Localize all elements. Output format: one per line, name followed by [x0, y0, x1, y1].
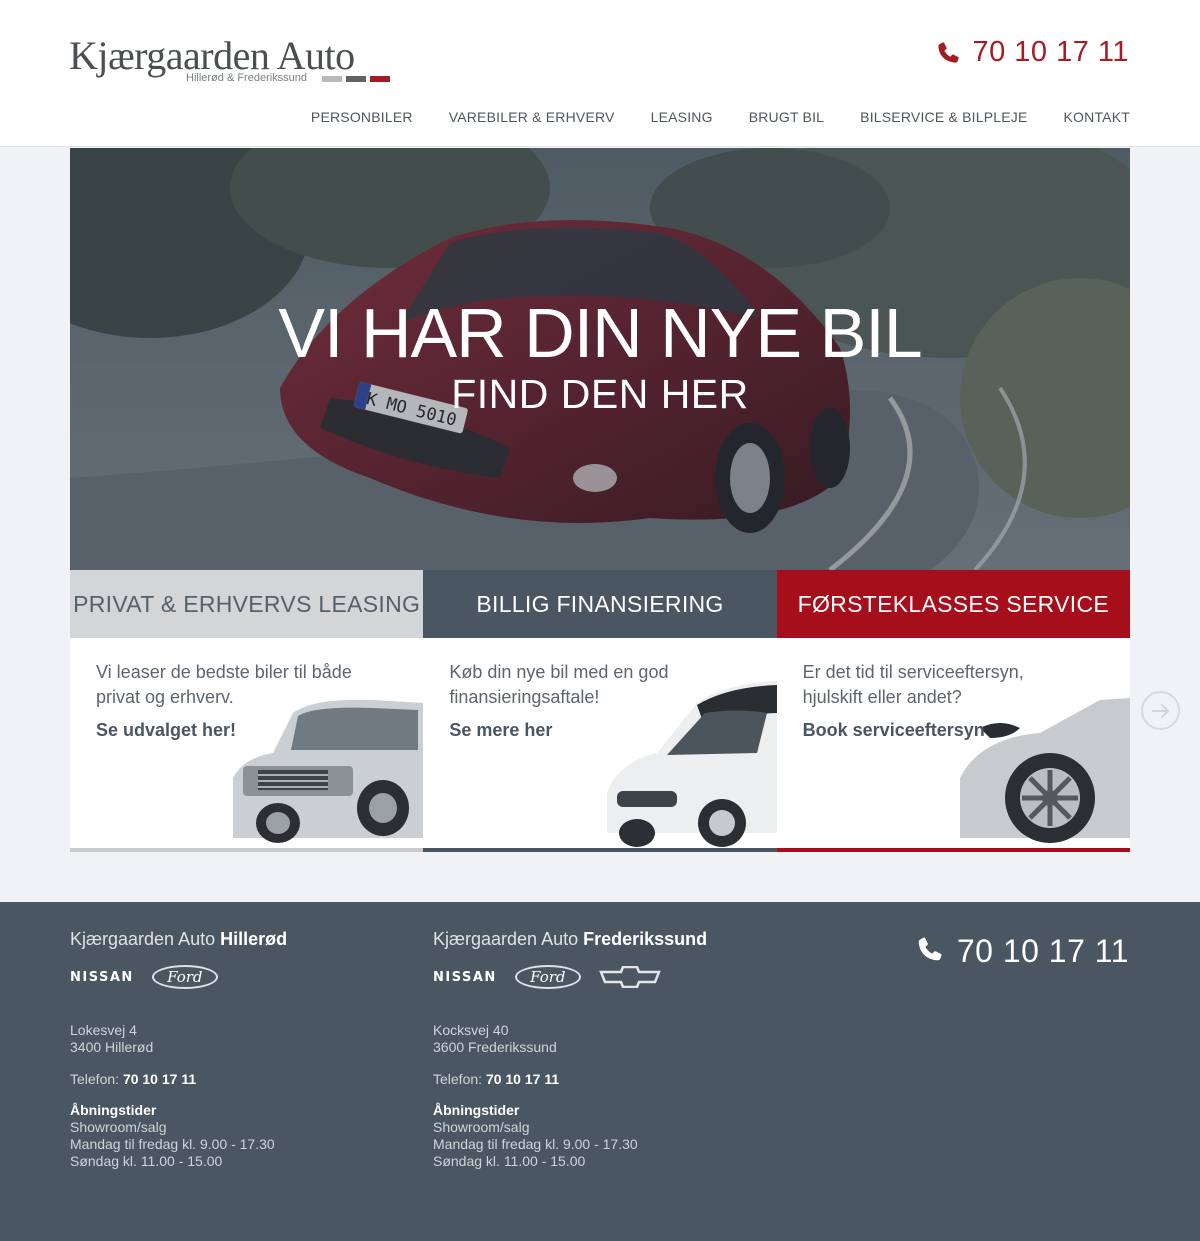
- logo-color-bars: [322, 76, 390, 82]
- phone-label: Telefon:: [70, 1071, 120, 1087]
- phone-number[interactable]: 70 10 17 11: [486, 1071, 559, 1087]
- feature-service-heading: FØRSTEKLASSES SERVICE: [776, 570, 1130, 638]
- feature-boxes: PRIVAT & ERHVERVS LEASING Vi leaser de b…: [70, 570, 1130, 852]
- logo-bar-dark: [346, 76, 366, 82]
- nissan-logo: NISSAN: [433, 969, 497, 985]
- branch-address: Lokesvej 4 3400 Hillerød: [70, 1022, 410, 1056]
- feature-leasing-text: Vi leaser de bedste biler til både priva…: [96, 662, 352, 707]
- hours-line: Showroom/salg: [433, 1119, 530, 1135]
- address-street: Kocksvej 40: [433, 1022, 509, 1038]
- feature-finansiering-link[interactable]: Se mere her: [449, 720, 776, 741]
- nissan-logo: NISSAN: [70, 969, 134, 985]
- brand-logos: NISSAN Ford: [70, 963, 410, 991]
- feature-service-text: Er det tid til serviceeftersyn, hjulskif…: [802, 662, 1024, 707]
- carousel-next-button[interactable]: [1141, 691, 1180, 730]
- nav-item-varebiler[interactable]: VAREBILER & ERHVERV: [449, 109, 615, 125]
- site-footer: Kjærgaarden Auto Hillerød NISSAN Ford Lo…: [0, 902, 1200, 1241]
- logo[interactable]: Kjærgaarden Auto Hillerød & Frederikssun…: [69, 34, 390, 84]
- logo-bar-grey: [322, 76, 342, 82]
- address-street: Lokesvej 4: [70, 1022, 137, 1038]
- opening-hours: Åbningstider Showroom/salg Mandag til fr…: [433, 1102, 773, 1170]
- chevrolet-logo: [598, 966, 661, 988]
- phone-icon: [916, 936, 943, 968]
- hours-line: Søndag kl. 11.00 - 15.00: [70, 1153, 223, 1169]
- hours-line: Søndag kl. 11.00 - 15.00: [433, 1153, 586, 1169]
- hero-subtitle: FIND DEN HER: [451, 371, 749, 417]
- footer-phone-number: 70 10 17 11: [956, 933, 1129, 969]
- branch-frederikssund-title: Kjærgaarden Auto Frederikssund: [433, 929, 773, 950]
- ford-logo: Ford: [151, 965, 218, 989]
- header-phone-number: 70 10 17 11: [972, 36, 1129, 68]
- branch-name-prefix: Kjærgaarden Auto: [433, 929, 579, 949]
- opening-hours: Åbningstider Showroom/salg Mandag til fr…: [70, 1102, 410, 1170]
- branch-name-city: Frederikssund: [583, 929, 708, 949]
- address-city: 3400 Hillerød: [70, 1039, 154, 1055]
- hours-heading: Åbningstider: [70, 1102, 157, 1118]
- feature-service-bar: [776, 848, 1130, 852]
- logo-subtitle: Hillerød & Frederikssund: [186, 72, 308, 84]
- nav-item-leasing[interactable]: LEASING: [651, 109, 713, 125]
- hero-banner[interactable]: K MO 5010 VI HAR DIN NYE BIL FIND DEN HE…: [70, 148, 1130, 570]
- branch-address: Kocksvej 40 3600 Frederikssund: [433, 1022, 773, 1056]
- feature-finansiering-text: Køb din nye bil med en god finansierings…: [449, 662, 669, 707]
- branch-phone: Telefon: 70 10 17 11: [70, 1071, 410, 1087]
- nav-item-brugt-bil[interactable]: BRUGT BIL: [749, 109, 824, 125]
- logo-bar-red: [370, 76, 390, 82]
- feature-leasing-heading: PRIVAT & ERHVERVS LEASING: [70, 570, 424, 638]
- branch-name-prefix: Kjærgaarden Auto: [70, 929, 216, 949]
- suv-image: [233, 699, 424, 843]
- nav-item-bilservice[interactable]: BILSERVICE & BILPLEJE: [860, 109, 1027, 125]
- feature-leasing[interactable]: PRIVAT & ERHVERVS LEASING Vi leaser de b…: [70, 570, 424, 852]
- branch-name-city: Hillerød: [220, 929, 288, 949]
- hours-line: Showroom/salg: [70, 1119, 167, 1135]
- feature-service-link[interactable]: Book serviceeftersyn: [803, 720, 1130, 741]
- site-header: Kjærgaarden Auto Hillerød & Frederikssun…: [0, 0, 1200, 147]
- branch-hillerod-title: Kjærgaarden Auto Hillerød: [70, 929, 410, 950]
- feature-finansiering[interactable]: BILLIG FINANSIERING Køb din nye bil med …: [423, 570, 777, 852]
- hero-title: VI HAR DIN NYE BIL: [278, 294, 922, 372]
- address-city: 3600 Frederikssund: [433, 1039, 557, 1055]
- feature-finansiering-bar: [423, 848, 777, 852]
- footer-phone[interactable]: 70 10 17 11: [916, 933, 1129, 970]
- main-nav: PERSONBILER VAREBILER & ERHVERV LEASING …: [311, 109, 1130, 125]
- phone-icon: [936, 41, 960, 65]
- brand-logos: NISSAN Ford: [433, 963, 773, 991]
- hours-line: Mandag til fredag kl. 9.00 - 17.30: [70, 1136, 275, 1152]
- hours-heading: Åbningstider: [433, 1102, 520, 1118]
- branch-hillerod: Kjærgaarden Auto Hillerød NISSAN Ford Lo…: [70, 929, 410, 1170]
- hours-line: Mandag til fredag kl. 9.00 - 17.30: [433, 1136, 638, 1152]
- feature-finansiering-heading: BILLIG FINANSIERING: [423, 570, 777, 638]
- feature-leasing-link[interactable]: Se udvalget her!: [96, 720, 423, 741]
- branch-phone: Telefon: 70 10 17 11: [433, 1071, 773, 1087]
- nav-item-kontakt[interactable]: KONTAKT: [1064, 109, 1130, 125]
- arrow-right-circle-icon: [1151, 703, 1169, 718]
- feature-service[interactable]: FØRSTEKLASSES SERVICE Er det tid til ser…: [776, 570, 1130, 852]
- branch-frederikssund: Kjærgaarden Auto Frederikssund NISSAN Fo…: [433, 929, 773, 1170]
- phone-number[interactable]: 70 10 17 11: [123, 1071, 196, 1087]
- ford-logo: Ford: [514, 965, 581, 989]
- phone-label: Telefon:: [433, 1071, 483, 1087]
- feature-leasing-bar: [70, 848, 424, 852]
- header-phone[interactable]: 70 10 17 11: [936, 36, 1129, 69]
- nav-item-personbiler[interactable]: PERSONBILER: [311, 109, 413, 125]
